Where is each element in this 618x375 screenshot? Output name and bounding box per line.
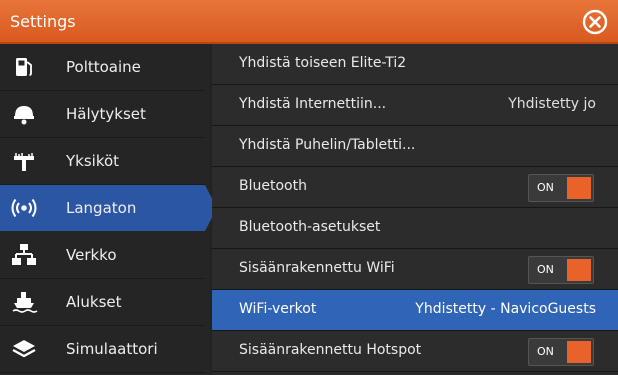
row-label: Yhdistä Internettiin... [239,96,387,112]
sidebar: Polttoaine Hälytykset Yksiköt Langaton V… [0,44,217,375]
wifi-toggle[interactable]: ON [528,256,594,284]
toggle-knob [567,259,591,281]
row-label: WiFi-verkot [239,301,317,317]
close-icon[interactable] [582,9,608,35]
title-bar: Settings [0,0,618,44]
row-label: Sisäänrakennettu Hotspot [239,342,422,358]
list-item-connect-internet[interactable]: Yhdistä Internettiin... Yhdistetty jo [212,85,618,126]
list-item-connect-phone[interactable]: Yhdistä Puhelin/Tabletti... [212,126,618,167]
list-item-connect-elite[interactable]: Yhdistä toiseen Elite-Ti2 [212,44,618,85]
list-item-bluetooth-settings[interactable]: Bluetooth-asetukset [212,208,618,249]
sidebar-item-label: Polttoaine [66,58,141,76]
sidebar-item-label: Hälytykset [66,105,146,123]
vessels-icon [12,292,38,313]
sidebar-item-label: Alukset [66,293,122,311]
toggle-state: ON [537,263,554,276]
row-label: Bluetooth [239,178,307,194]
ruler-icon [14,153,34,171]
sidebar-item-verkko[interactable]: Verkko [0,232,205,279]
list-item-internal-wifi[interactable]: Sisäänrakennettu WiFi ON [212,249,618,290]
sidebar-item-simulaattori[interactable]: Simulaattori [0,326,205,373]
sidebar-item-yksikot[interactable]: Yksiköt [0,138,205,185]
bluetooth-toggle[interactable]: ON [528,174,594,202]
toggle-knob [567,341,591,363]
row-value: Yhdistetty jo [508,96,596,112]
toggle-state: ON [537,181,554,194]
toggle-knob [567,177,591,199]
layers-icon [12,340,36,358]
alarm-bell-icon [14,106,34,125]
wireless-settings-list: Yhdistä toiseen Elite-Ti2 Yhdistä Intern… [212,44,618,375]
sidebar-item-polttoaine[interactable]: Polttoaine [0,44,205,91]
row-label: Yhdistä toiseen Elite-Ti2 [239,55,407,71]
row-label: Yhdistä Puhelin/Tabletti... [239,137,416,153]
sidebar-item-langaton[interactable]: Langaton [0,185,217,231]
sidebar-item-alukset[interactable]: Alukset [0,279,205,326]
hotspot-toggle[interactable]: ON [528,338,594,366]
sidebar-item-halytykset[interactable]: Hälytykset [0,91,205,138]
row-label: Bluetooth-asetukset [239,219,381,235]
sidebar-item-label: Yksiköt [66,152,120,170]
list-item-bluetooth[interactable]: Bluetooth ON [212,167,618,208]
list-item-internal-hotspot[interactable]: Sisäänrakennettu Hotspot ON [212,331,618,372]
sidebar-item-label: Simulaattori [66,340,158,358]
settings-window: Settings Polttoaine Hälytykset Yksiköt L… [0,0,618,375]
list-item-wifi-networks[interactable]: WiFi-verkot Yhdistetty - NavicoGuests [212,290,618,331]
network-icon [12,244,36,265]
toggle-state: ON [537,345,554,358]
row-label: Sisäänrakennettu WiFi [239,260,395,276]
window-title: Settings [10,12,76,31]
sidebar-item-label: Verkko [66,246,117,264]
fuel-pump-icon [16,58,32,76]
sidebar-item-label: Langaton [66,199,137,217]
row-value: Yhdistetty - NavicoGuests [415,301,596,317]
wireless-icon [11,198,37,218]
